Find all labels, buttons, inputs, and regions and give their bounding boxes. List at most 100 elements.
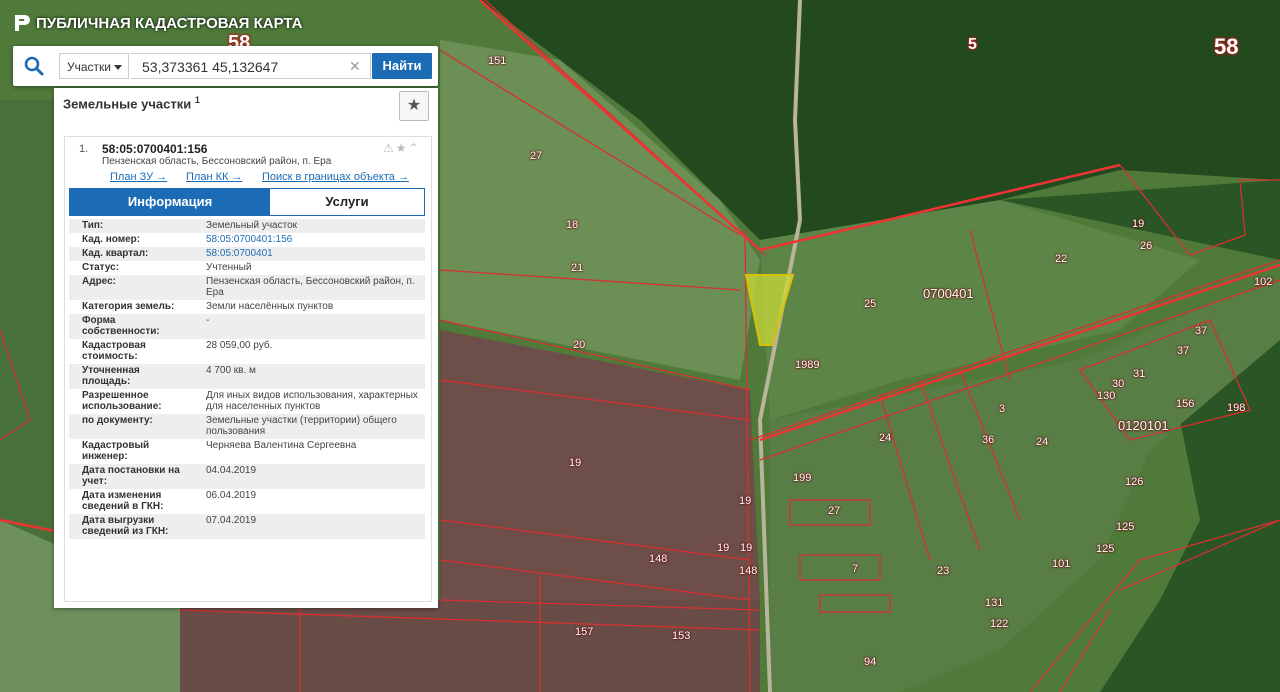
- info-value: 4 700 кв. м: [206, 365, 256, 376]
- plan-kk-link[interactable]: План КК →: [186, 171, 242, 183]
- info-value: Земли населённых пунктов: [206, 301, 334, 312]
- info-key: Адрес:: [82, 276, 116, 287]
- results-panel: Земельные участки 1 ★ 1. 58:05:0700401:1…: [54, 88, 438, 608]
- map-label: 19: [739, 495, 752, 507]
- info-table: Тип: Земельный участок Кад. номер: 58:05:07…: [69, 219, 425, 539]
- map-label: 94: [864, 656, 877, 668]
- map-label: 20: [573, 339, 586, 351]
- map-label: 58: [1214, 34, 1239, 59]
- search-type-select[interactable]: Участки: [59, 53, 129, 79]
- info-key: Кад. квартал:: [82, 248, 149, 259]
- info-value[interactable]: 58:05:0700401: [192, 247, 425, 261]
- map-label: 23: [937, 565, 950, 577]
- info-row: по документу: Земельные участки (территор…: [69, 414, 425, 439]
- map-label: 3: [999, 403, 1006, 415]
- search-icon[interactable]: [23, 55, 45, 77]
- map-label: 36: [982, 434, 995, 446]
- result-tabs: Информация Услуги: [69, 188, 425, 216]
- map-label: 199: [793, 472, 812, 484]
- result-count: 1: [194, 95, 200, 105]
- quarter-label: 0120101: [1118, 418, 1169, 433]
- app-title-text: ПУБЛИЧНАЯ КАДАСТРОВАЯ КАРТА: [36, 14, 303, 32]
- map-label: 153: [672, 630, 691, 642]
- clear-icon[interactable]: ✕: [349, 58, 361, 75]
- tab-information[interactable]: Информация: [70, 189, 270, 215]
- info-value[interactable]: 58:05:0700401:156: [192, 233, 425, 247]
- info-value: -: [206, 315, 210, 326]
- quarter-label: 0700401: [923, 286, 974, 301]
- search-type-label: Участки: [67, 60, 111, 74]
- info-row: Дата выгрузки сведений из ГКН: 07.04.2019: [69, 514, 425, 539]
- result-actions: ⚠★⌃: [383, 141, 421, 155]
- map-label: 27: [828, 505, 841, 517]
- info-key: Тип:: [82, 220, 104, 231]
- info-key: Категория земель:: [82, 301, 175, 312]
- info-key: Дата выгрузки сведений из ГКН:: [82, 515, 169, 537]
- chevron-up-icon[interactable]: ⌃: [409, 141, 421, 155]
- map-label: 148: [649, 553, 668, 565]
- info-row: Форма собственности: -: [69, 314, 425, 339]
- info-row: Статус: Учтенный: [69, 261, 425, 275]
- map-label: 151: [488, 55, 507, 67]
- info-key: Кадастровый инженер:: [82, 440, 150, 462]
- info-row: Тип: Земельный участок: [69, 219, 425, 233]
- info-key: Дата постановки на учет:: [82, 465, 180, 487]
- rosreestr-logo-icon: [15, 15, 30, 31]
- map-label: 157: [575, 626, 594, 638]
- map-label: 1989: [795, 359, 820, 371]
- map-label: 102: [1254, 276, 1273, 288]
- info-value: Черняева Валентина Сергеевна: [206, 440, 357, 451]
- map-label: 131: [985, 597, 1004, 609]
- result-card: 1. 58:05:0700401:156 Пензенская область,…: [64, 136, 432, 602]
- map-label: 18: [566, 219, 579, 231]
- search-in-bounds-link[interactable]: Поиск в границах объекта →: [262, 171, 409, 183]
- info-row: Разрешенное использование: Для иных видов…: [69, 389, 425, 414]
- info-value: 04.04.2019: [206, 465, 257, 476]
- map-label: 26: [1140, 240, 1153, 252]
- map-label: 130: [1097, 390, 1116, 402]
- tab-services[interactable]: Услуги: [270, 189, 424, 215]
- map-label: 25: [864, 298, 877, 310]
- search-bar: Участки 53,373361 45,132647 ✕ Найти: [13, 46, 438, 86]
- search-input[interactable]: 53,373361 45,132647: [131, 53, 371, 79]
- info-row: Категория земель: Земли населённых пункто…: [69, 300, 425, 314]
- find-button[interactable]: Найти: [372, 53, 432, 79]
- info-row: Уточненная площадь: 4 700 кв. м: [69, 364, 425, 389]
- info-value: Пензенская область, Бессоновский район, …: [206, 276, 415, 298]
- map-label: 19: [569, 457, 582, 469]
- info-key: Уточненная площадь:: [82, 365, 140, 387]
- favorite-button[interactable]: ★: [399, 91, 429, 121]
- info-key: Форма собственности:: [82, 315, 160, 337]
- info-value: Земельные участки (территории) общего по…: [206, 415, 397, 437]
- info-value: 28 059,00 руб.: [206, 340, 273, 351]
- warning-icon[interactable]: ⚠: [383, 141, 396, 155]
- info-value: 06.04.2019: [206, 490, 257, 501]
- map-label: 198: [1227, 402, 1246, 414]
- star-icon[interactable]: ★: [396, 141, 409, 155]
- map-label: 31: [1133, 368, 1146, 380]
- map-label: 37: [1177, 345, 1190, 357]
- map-label: 24: [1036, 436, 1049, 448]
- info-row: Кадастровый инженер: Черняева Валентина С…: [69, 439, 425, 464]
- result-cad-number[interactable]: 58:05:0700401:156: [102, 142, 207, 156]
- map-label: 7: [852, 563, 859, 575]
- map-label: 126: [1125, 476, 1144, 488]
- info-row: Кад. квартал: 58:05:0700401: [69, 247, 425, 261]
- map-label: 21: [571, 262, 584, 274]
- plan-zu-link[interactable]: План ЗУ →: [110, 171, 167, 183]
- info-value: Для иных видов использования, характерны…: [206, 390, 418, 412]
- map-label: 101: [1052, 558, 1071, 570]
- star-icon: ★: [406, 97, 422, 114]
- info-key: Кадастровая стоимость:: [82, 340, 146, 362]
- result-address: Пензенская область, Бессоновский район, …: [102, 156, 332, 167]
- info-row: Кадастровая стоимость: 28 059,00 руб.: [69, 339, 425, 364]
- result-index: 1.: [79, 143, 89, 155]
- info-key: Кад. номер:: [82, 234, 141, 245]
- map-label: 19: [1132, 218, 1145, 230]
- info-value: 07.04.2019: [206, 515, 257, 526]
- map-label: 125: [1116, 521, 1135, 533]
- map-label: 30: [1112, 378, 1125, 390]
- info-value: Учтенный: [206, 262, 252, 273]
- chevron-down-icon: [114, 65, 122, 70]
- map-label: 24: [879, 432, 892, 444]
